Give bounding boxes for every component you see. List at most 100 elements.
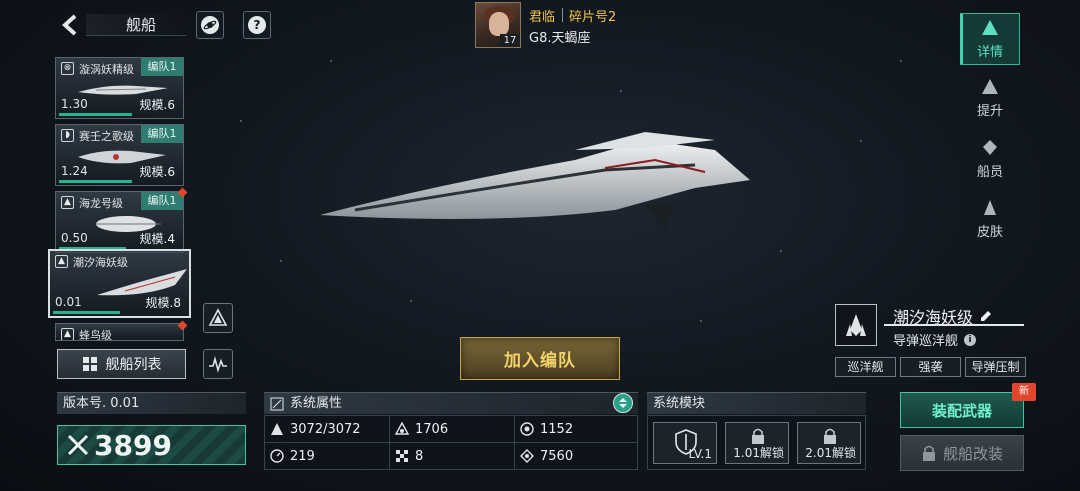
page-title: 舰船 [126,16,157,34]
join-fleet-button[interactable]: 加入编队 [460,337,620,380]
ship-list-button[interactable]: 舰船列表 [57,349,186,379]
ship-class-badge [835,304,877,346]
location: G8.天蝎座 [529,31,591,46]
help-button[interactable]: ? [243,11,271,39]
ship-version: 0.50 [61,231,88,245]
attr-shield: 1152 [520,416,573,442]
hull-icon [271,423,283,435]
server-name: 碎片号2 [569,10,617,25]
trait-tag: 导弹压制 [965,357,1026,377]
shield-icon: ◗ [61,129,74,142]
lock-icon [752,428,764,444]
fleet-class-icon: ▲ [55,255,68,268]
attr-evasion: 8 [395,443,423,469]
fleet-class-icon: ▲ [61,196,74,209]
combat-power: 3899 [57,425,246,465]
back-button[interactable] [58,12,82,38]
module-unlock-text: 2.01解锁 [805,446,856,460]
fleet-tag: 编队1 [141,192,183,210]
ship-version: 1.24 [61,164,88,178]
attr-value: 219 [290,448,315,464]
module-slot-1[interactable]: LV.1 [653,422,717,464]
ship-version: 0.01 [55,295,82,309]
attributes-icon [270,397,284,410]
chevron-left-icon [62,14,77,36]
ship-card[interactable]: ◗ 赛壬之歌级 编队1 1.24 规模.6 [55,124,184,186]
fleet-formation-button[interactable] [203,303,233,333]
info-icon[interactable]: i [964,333,977,346]
ship-type-text: 导弹巡洋舰 [893,334,959,349]
attr-firepower: 7560 [520,443,573,469]
speed-icon [270,449,284,463]
shield-icon [520,422,534,436]
divider [562,8,563,22]
ship-card-name: 蜂鸟级 [79,329,112,341]
stats-button[interactable] [203,349,233,379]
ship-class-icon [982,19,998,35]
attr-value: 3072/3072 [290,421,361,437]
attr-value: 1706 [415,421,449,437]
ship-modify-button[interactable]: 舰船改装 [900,435,1024,471]
ship-card[interactable]: ▲ 蜂鸟级 [55,323,184,341]
trait-tag: 强袭 [900,357,961,377]
equip-weapons-button[interactable]: 装配武器 [900,392,1024,428]
checker-icon [396,450,408,462]
progress-bar [53,311,120,314]
player-name: 君临 [529,10,556,25]
upgrade-icon [982,78,998,94]
question-icon: ? [248,16,266,34]
edit-icon[interactable] [979,309,993,323]
modules-title: 系统模块 [647,392,866,414]
name-underline [884,324,1024,326]
attr-value: 1152 [540,421,574,437]
ship-class-icon [846,314,866,336]
wave-icon [209,356,227,373]
ship-card-selected[interactable]: ▲ 潮汐海妖级 0.01 规模.8 [48,249,191,318]
target-icon [520,449,534,463]
progress-bar [59,113,132,116]
module-unlock-text: 1.01解锁 [733,446,784,460]
tab-skin[interactable]: 皮肤 [960,193,1020,245]
attr-value: 7560 [540,448,574,464]
module-slot-2[interactable]: 1.01解锁 [725,422,789,464]
avatar[interactable]: 17 [475,2,521,48]
tab-upgrade[interactable]: 提升 [960,72,1020,124]
crew-icon [983,139,997,155]
tab-details[interactable]: 详情 [960,13,1020,65]
ship-card[interactable]: ⊗ 漩涡妖精级 编队1 1.30 规模.6 [55,57,184,119]
ship-modify-label: 舰船改装 [942,444,1003,463]
ship-card[interactable]: ▲ 海龙号级 编队1 0.50 规模.4 [55,191,184,253]
crossed-swords-icon [67,434,89,456]
up-down-icon [619,398,627,408]
attributes-title: 系统属性 [290,395,343,411]
player-level: 17 [500,34,520,47]
galaxy-button[interactable] [196,11,224,39]
attr-speed: 219 [270,443,315,469]
new-badge: 新 [1012,383,1036,401]
tab-crew[interactable]: 船员 [960,133,1020,185]
module-level: LV.1 [688,447,712,461]
ship-list-label: 舰船列表 [105,357,162,373]
tab-label: 皮肤 [976,224,1003,240]
tab-label: 提升 [976,103,1003,119]
ship-card-name: 漩涡妖精级 [79,63,134,76]
ship-model[interactable] [315,130,755,240]
fleet-class-icon: ▲ [61,328,74,340]
tab-label: 船员 [976,164,1003,180]
lock-icon [824,428,836,444]
attributes-header: 系统属性 [264,392,638,414]
lock-icon [922,445,935,461]
module-slot-3[interactable]: 2.01解锁 [797,422,861,464]
ship-version: 1.30 [61,97,88,111]
planet-icon [201,16,219,34]
ship-card-name: 海龙号级 [79,197,123,210]
tab-label: 详情 [976,44,1003,60]
combat-power-value: 3899 [94,428,172,462]
ship-scale: 规模.6 [139,98,175,112]
toggle-button[interactable] [613,393,633,413]
progress-bar [59,180,132,183]
ship-scale: 规模.4 [139,232,175,246]
fleet-tag: 编队1 [141,125,183,143]
skin-icon [984,199,996,215]
ship-card-name: 赛壬之歌级 [79,130,134,143]
